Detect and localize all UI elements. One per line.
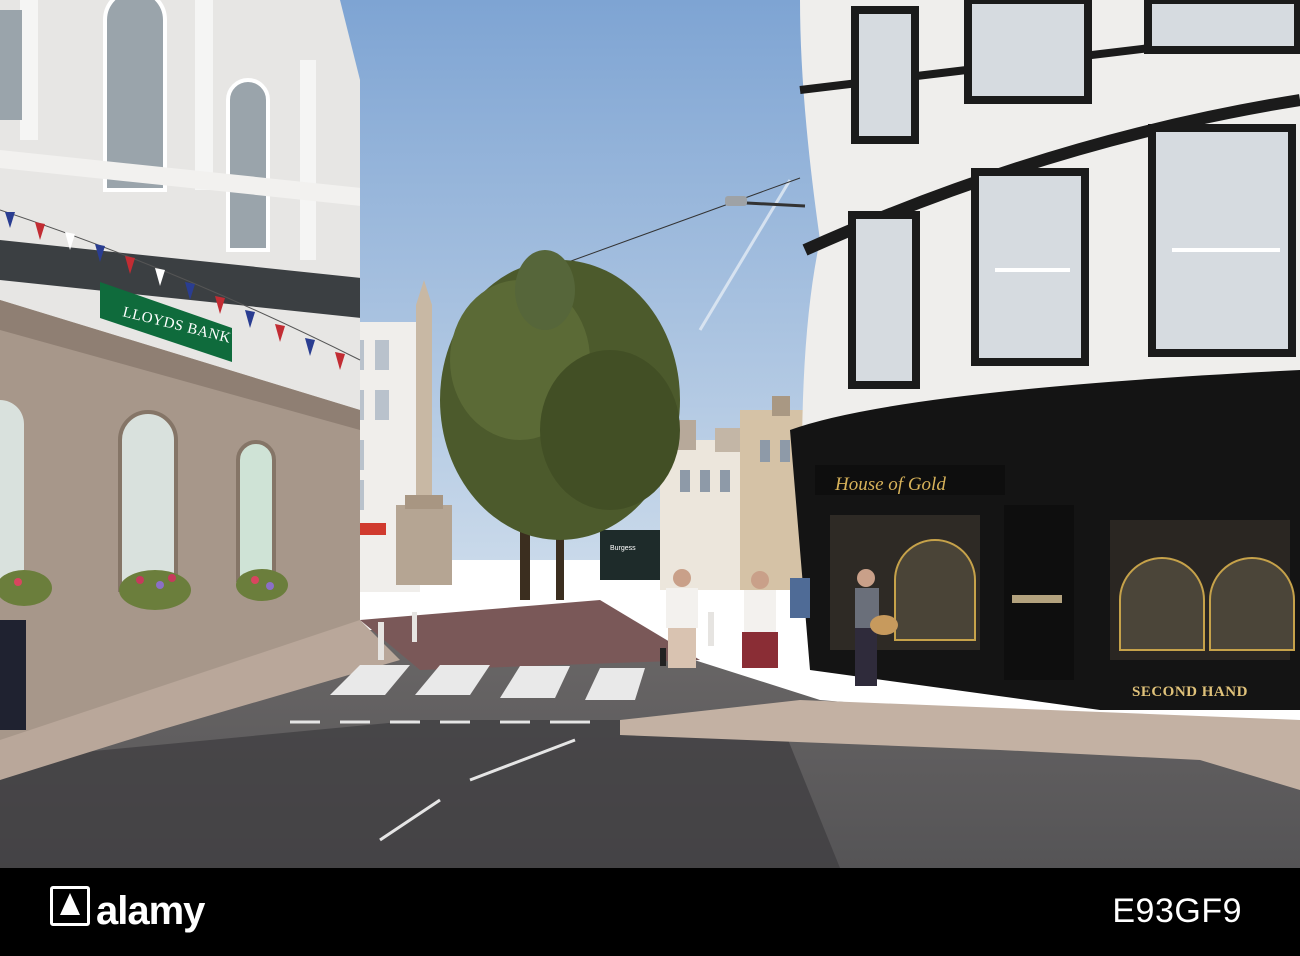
second-hand-sign: SECOND HAND (1132, 684, 1248, 700)
street-photo: Burgess LLOYDS BANK House of Gold SECOND… (0, 0, 1300, 868)
alamy-a-icon (50, 886, 90, 926)
svg-text:Burgess: Burgess (610, 545, 636, 552)
watermark-bar: alamy E93GF9 (0, 868, 1300, 956)
alamy-logo-text: alamy (96, 888, 205, 933)
red-road-surface (360, 600, 700, 670)
alamy-logo: alamy (50, 886, 205, 934)
house-of-gold-sign: House of Gold (834, 474, 946, 495)
image-id: E93GF9 (1112, 892, 1242, 930)
